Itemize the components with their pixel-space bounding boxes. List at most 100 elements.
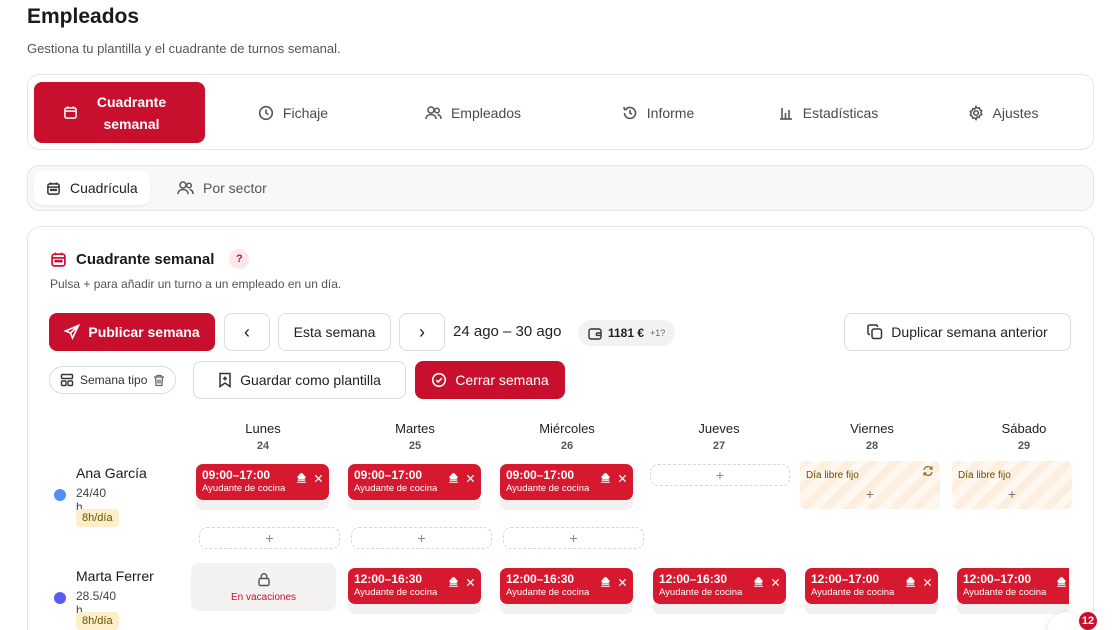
employee-color-dot: [54, 489, 66, 501]
shift-block[interactable]: 12:00–16:30 Ayudante de cocina: [500, 568, 633, 604]
clock-icon: [258, 105, 274, 121]
add-shift-button[interactable]: +: [1008, 486, 1016, 502]
pill-label: Semana tipo: [80, 373, 148, 387]
week-cost-extra: +1?: [650, 328, 666, 338]
shift-divider: [653, 604, 786, 614]
fixed-day-off[interactable]: Día libre fijo +: [952, 461, 1072, 509]
day-header: Viernes 28: [802, 421, 942, 452]
chef-hat-icon: [600, 473, 611, 484]
tab-ajustes[interactable]: Ajustes: [958, 82, 1048, 143]
prev-week-button[interactable]: ‹: [224, 313, 270, 351]
tab-estadisticas[interactable]: Estadísticas: [768, 82, 888, 143]
tab-cuadrante-semanal[interactable]: Cuadrante semanal: [34, 82, 205, 143]
main-tabs: Cuadrante semanal Fichaje Empleados Info…: [27, 74, 1094, 150]
page-subtitle: Gestiona tu plantilla y el cuadrante de …: [27, 41, 341, 56]
shift-actions: [600, 473, 627, 484]
week-range: 24 ago – 30 ago: [453, 323, 562, 340]
day-header: Lunes 24: [193, 421, 333, 452]
check-circle-icon: [431, 372, 447, 388]
shift-block[interactable]: 12:00–17:00 Ayudante de cocina: [805, 568, 938, 604]
shift-actions: [296, 473, 323, 484]
repeat-icon: [922, 465, 934, 477]
card-hint: Pulsa + para añadir un turno a un emplea…: [50, 277, 342, 291]
calendar-icon: [46, 181, 61, 196]
publish-week-button[interactable]: Publicar semana: [49, 313, 215, 351]
chef-hat-icon: [448, 577, 459, 588]
this-week-button[interactable]: Esta semana: [278, 313, 391, 351]
day-number: 29: [1017, 440, 1031, 452]
copy-icon: [867, 324, 883, 340]
shift-block[interactable]: 12:00–16:30 Ayudante de cocina: [653, 568, 786, 604]
save-template-button[interactable]: Guardar como plantilla: [193, 361, 406, 399]
day-number: 28: [865, 440, 879, 452]
page-title: Empleados: [27, 5, 140, 28]
day-name: Viernes: [850, 421, 894, 436]
shift-actions: [600, 577, 627, 588]
tab-fichaje[interactable]: Fichaje: [243, 82, 343, 143]
trash-icon[interactable]: [153, 374, 165, 387]
week-cost: 1181 €: [608, 326, 645, 340]
schedule-card: Cuadrante semanal ? Pulsa + para añadir …: [27, 226, 1094, 630]
fixed-day-off[interactable]: Día libre fijo +: [800, 461, 940, 509]
close-week-button[interactable]: Cerrar semana: [415, 361, 565, 399]
duplicate-week-button[interactable]: Duplicar semana anterior: [844, 313, 1071, 351]
shift-divider: [500, 604, 633, 614]
vacation-block: En vacaciones: [191, 563, 336, 611]
shift-role: Ayudante de cocina: [506, 483, 590, 494]
layout-icon: [60, 373, 74, 387]
employee-name: Marta Ferrer: [76, 568, 154, 584]
close-icon[interactable]: [771, 578, 780, 587]
tab-label: Ajustes: [992, 104, 1039, 121]
employee-rate-badge: 8h/día: [76, 612, 119, 630]
chef-hat-icon: [296, 473, 307, 484]
add-shift-button[interactable]: +: [503, 527, 644, 549]
lock-icon: [257, 572, 271, 587]
shift-block[interactable]: 09:00–17:00 Ayudante de cocina: [196, 464, 329, 500]
shift-block[interactable]: 12:00–17:00 Ayudante de cocina: [957, 568, 1069, 604]
calendar-icon: [63, 105, 78, 120]
add-shift-button[interactable]: +: [199, 527, 340, 549]
tab-cuadricula[interactable]: Cuadrícula: [34, 171, 150, 205]
day-number: 25: [408, 440, 422, 452]
add-shift-button[interactable]: +: [650, 464, 790, 486]
close-icon[interactable]: [923, 578, 932, 587]
template-week-pill[interactable]: Semana tipo: [49, 366, 177, 394]
chef-hat-icon: [448, 473, 459, 484]
day-name: Lunes: [245, 421, 281, 436]
day-name: Martes: [395, 421, 435, 436]
close-icon[interactable]: [466, 578, 475, 587]
tab-por-sector[interactable]: Por sector: [165, 171, 279, 205]
close-icon[interactable]: [618, 578, 627, 587]
shift-role: Ayudante de cocina: [354, 587, 438, 598]
day-header: Martes 25: [345, 421, 485, 452]
shift-divider: [196, 500, 329, 510]
bar-chart-icon: [778, 105, 794, 121]
close-icon[interactable]: [618, 474, 627, 483]
shift-time: 12:00–17:00: [963, 572, 1032, 586]
card-header: Cuadrante semanal ?: [50, 249, 250, 269]
add-shift-button[interactable]: +: [866, 486, 874, 502]
close-icon[interactable]: [466, 474, 475, 483]
tab-label: Estadísticas: [802, 104, 879, 121]
shift-block[interactable]: 09:00–17:00 Ayudante de cocina: [500, 464, 633, 500]
add-shift-button[interactable]: +: [351, 527, 492, 549]
day-name: Jueves: [698, 421, 740, 436]
button-label: Guardar como plantilla: [240, 372, 381, 388]
shift-actions: [448, 577, 475, 588]
send-icon: [64, 324, 81, 340]
tab-label: Cuadrícula: [70, 180, 138, 196]
notification-badge[interactable]: 12: [1077, 610, 1099, 630]
help-button[interactable]: ?: [229, 249, 250, 269]
close-icon[interactable]: [314, 474, 323, 483]
next-week-button[interactable]: ›: [399, 313, 445, 351]
shift-block[interactable]: 12:00–16:30 Ayudante de cocina: [348, 568, 481, 604]
shift-divider: [805, 604, 938, 614]
shift-role: Ayudante de cocina: [506, 587, 590, 598]
view-tabs: Cuadrícula Por sector: [27, 165, 1094, 211]
shift-divider: [348, 604, 481, 614]
shift-block[interactable]: 09:00–17:00 Ayudante de cocina: [348, 464, 481, 500]
tab-empleados[interactable]: Empleados: [413, 82, 533, 143]
shift-divider: [348, 500, 481, 510]
tab-label: Empleados: [450, 104, 522, 121]
tab-informe[interactable]: Informe: [603, 82, 713, 143]
